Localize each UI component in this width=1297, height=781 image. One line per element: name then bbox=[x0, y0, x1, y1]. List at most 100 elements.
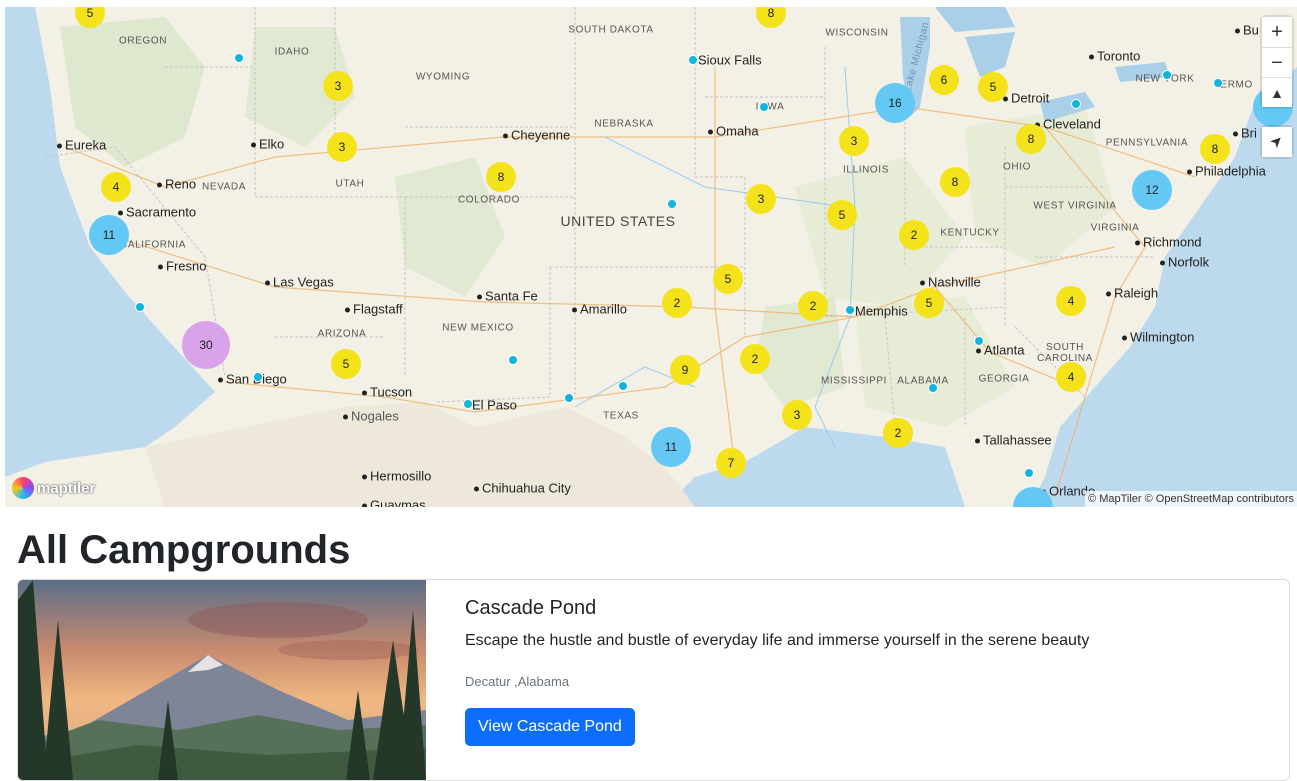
map-cluster[interactable]: 3 bbox=[746, 184, 776, 214]
map-cluster[interactable]: 5 bbox=[914, 288, 944, 318]
compass-icon: ▲ bbox=[1270, 85, 1284, 101]
view-campground-button[interactable]: View Cascade Pond bbox=[465, 708, 635, 746]
campground-description: Escape the hustle and bustle of everyday… bbox=[465, 632, 1090, 649]
campground-point[interactable] bbox=[759, 102, 769, 112]
state-label: ILLINOIS bbox=[843, 164, 889, 176]
campground-map[interactable]: UNITED STATES OREGON IDAHO WYOMING NEVAD… bbox=[5, 7, 1297, 507]
campground-point[interactable] bbox=[1071, 99, 1081, 109]
map-cluster[interactable]: 3 bbox=[839, 126, 869, 156]
city-label: Nogales bbox=[343, 409, 399, 424]
campground-point[interactable] bbox=[1213, 78, 1223, 88]
state-label: COLORADO bbox=[457, 194, 521, 206]
compass-button[interactable]: ▲ bbox=[1262, 77, 1292, 107]
map-cluster[interactable]: 12 bbox=[1132, 170, 1172, 210]
map-cluster[interactable]: 4 bbox=[1056, 362, 1086, 392]
city-label: Sioux Falls bbox=[690, 53, 762, 68]
map-cluster[interactable]: 11 bbox=[89, 215, 129, 255]
state-label: NEBRASKA bbox=[594, 118, 654, 130]
campground-point[interactable] bbox=[618, 381, 628, 391]
state-label: OREGON bbox=[118, 35, 168, 47]
map-cluster[interactable]: 2 bbox=[798, 291, 828, 321]
map-cluster[interactable]: 8 bbox=[1200, 134, 1230, 164]
city-label: San Diego bbox=[218, 372, 287, 387]
map-attribution[interactable]: © MapTiler © OpenStreetMap contributors bbox=[1085, 491, 1297, 507]
country-label: UNITED STATES bbox=[560, 213, 676, 229]
campground-point[interactable] bbox=[688, 55, 698, 65]
city-label: Toronto bbox=[1089, 49, 1140, 64]
map-cluster[interactable]: 3 bbox=[323, 71, 353, 101]
map-cluster[interactable]: 2 bbox=[662, 288, 692, 318]
city-label: Santa Fe bbox=[477, 289, 538, 304]
state-label: PENNSYLVANIA bbox=[1105, 137, 1189, 149]
campground-point[interactable] bbox=[508, 355, 518, 365]
city-label: Cleveland bbox=[1035, 117, 1101, 132]
city-label: Flagstaff bbox=[345, 302, 403, 317]
map-cluster[interactable]: 30 bbox=[182, 321, 230, 369]
city-label: Hermosillo bbox=[362, 469, 431, 484]
map-cluster[interactable]: 4 bbox=[101, 172, 131, 202]
zoom-controls: + − ▲ bbox=[1262, 17, 1292, 107]
campground-point[interactable] bbox=[234, 53, 244, 63]
map-basemap bbox=[5, 7, 1297, 507]
city-label: Detroit bbox=[1003, 91, 1049, 106]
state-label: ALABAMA bbox=[897, 375, 949, 387]
map-cluster[interactable]: 11 bbox=[651, 427, 691, 467]
geolocate-control: ➤ bbox=[1262, 127, 1292, 157]
city-label: Atlanta bbox=[976, 343, 1024, 358]
map-cluster[interactable]: 6 bbox=[929, 65, 959, 95]
map-cluster[interactable]: 9 bbox=[670, 355, 700, 385]
map-cluster[interactable]: 2 bbox=[899, 220, 929, 250]
city-label: Cheyenne bbox=[503, 128, 570, 143]
state-label: WYOMING bbox=[415, 71, 471, 83]
campground-point[interactable] bbox=[463, 399, 473, 409]
map-cluster[interactable]: 16 bbox=[875, 83, 915, 123]
city-label: Elko bbox=[251, 137, 284, 152]
campground-point[interactable] bbox=[564, 393, 574, 403]
state-label: NEW MEXICO bbox=[442, 322, 514, 334]
map-cluster[interactable]: 5 bbox=[331, 349, 361, 379]
map-cluster[interactable]: 5 bbox=[978, 72, 1008, 102]
campground-card: Cascade Pond Escape the hustle and bustl… bbox=[17, 579, 1290, 781]
state-label: VIRGINIA bbox=[1090, 222, 1140, 234]
state-label: SOUTH DAKOTA bbox=[568, 24, 654, 36]
campground-point[interactable] bbox=[253, 372, 263, 382]
city-label: Wilmington bbox=[1122, 330, 1194, 345]
map-cluster[interactable]: 4 bbox=[1056, 286, 1086, 316]
campground-point[interactable] bbox=[1162, 70, 1172, 80]
maptiler-logo-text: maptiler bbox=[37, 479, 96, 497]
campground-point[interactable] bbox=[135, 302, 145, 312]
city-label: Omaha bbox=[708, 124, 759, 139]
map-cluster[interactable]: 2 bbox=[740, 344, 770, 374]
map-cluster[interactable]: 8 bbox=[486, 162, 516, 192]
zoom-in-button[interactable]: + bbox=[1262, 17, 1292, 47]
campground-point[interactable] bbox=[1024, 468, 1034, 478]
map-cluster[interactable]: 3 bbox=[327, 132, 357, 162]
state-label: WEST VIRGINIA bbox=[1033, 200, 1117, 212]
map-cluster[interactable]: 7 bbox=[716, 448, 746, 478]
city-label: Sacramento bbox=[118, 205, 196, 220]
city-label: Richmond bbox=[1135, 235, 1202, 250]
map-cluster[interactable]: 3 bbox=[782, 400, 812, 430]
campground-image bbox=[18, 580, 426, 780]
city-label: Reno bbox=[157, 177, 196, 192]
city-label: Eureka bbox=[57, 138, 106, 153]
map-cluster[interactable]: 5 bbox=[827, 200, 857, 230]
campground-point[interactable] bbox=[974, 336, 984, 346]
state-label: ARIZONA bbox=[317, 328, 367, 340]
maptiler-logo[interactable]: maptiler bbox=[12, 477, 95, 499]
map-cluster[interactable]: 8 bbox=[940, 167, 970, 197]
geolocate-button[interactable]: ➤ bbox=[1262, 127, 1292, 157]
campground-location: Decatur ,Alabama bbox=[465, 674, 570, 689]
map-cluster[interactable]: 5 bbox=[713, 264, 743, 294]
city-label: Philadelphia bbox=[1187, 164, 1266, 179]
zoom-out-button[interactable]: − bbox=[1262, 47, 1292, 77]
city-label: Tucson bbox=[362, 385, 412, 400]
city-label: Tallahassee bbox=[975, 433, 1052, 448]
map-cluster[interactable]: 2 bbox=[883, 418, 913, 448]
campground-point[interactable] bbox=[845, 305, 855, 315]
city-label: Chihuahua City bbox=[474, 481, 571, 496]
map-cluster[interactable]: 8 bbox=[1016, 124, 1046, 154]
campground-point[interactable] bbox=[928, 383, 938, 393]
campground-point[interactable] bbox=[667, 199, 677, 209]
city-label: Guaymas bbox=[362, 498, 426, 508]
